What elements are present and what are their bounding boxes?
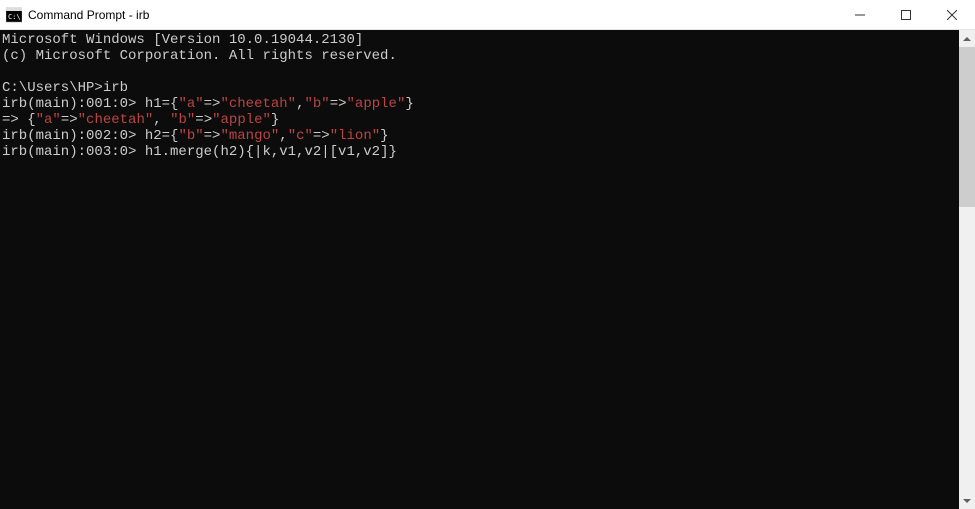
svg-text:C:\: C:\ <box>8 13 21 21</box>
window-controls <box>837 0 975 29</box>
shell-command: irb <box>103 80 128 96</box>
scroll-down-arrow[interactable] <box>959 492 975 509</box>
close-button[interactable] <box>929 0 975 30</box>
terminal-output[interactable]: Microsoft Windows [Version 10.0.19044.21… <box>0 30 959 509</box>
scroll-track[interactable] <box>959 47 975 492</box>
scroll-thumb[interactable] <box>959 47 975 207</box>
cmd-icon: C:\ <box>6 7 22 23</box>
titlebar: C:\ Command Prompt - irb <box>0 0 975 30</box>
window-title: Command Prompt - irb <box>28 8 837 22</box>
irb-prompt-2: irb(main):002:0> <box>2 128 145 144</box>
irb-prompt-1: irb(main):001:0> <box>2 96 145 112</box>
irb-command-3: h1.merge(h2){|k,v1,v2|[v1,v2]} <box>145 144 397 160</box>
irb-prompt-3: irb(main):003:0> <box>2 144 145 160</box>
copyright-line: (c) Microsoft Corporation. All rights re… <box>2 48 397 64</box>
version-line: Microsoft Windows [Version 10.0.19044.21… <box>2 32 363 48</box>
scroll-up-arrow[interactable] <box>959 30 975 47</box>
shell-prompt: C:\Users\HP> <box>2 80 103 96</box>
vertical-scrollbar[interactable] <box>959 30 975 509</box>
terminal-container: Microsoft Windows [Version 10.0.19044.21… <box>0 30 975 509</box>
maximize-button[interactable] <box>883 0 929 30</box>
irb-output-1: => { <box>2 112 36 128</box>
minimize-button[interactable] <box>837 0 883 30</box>
